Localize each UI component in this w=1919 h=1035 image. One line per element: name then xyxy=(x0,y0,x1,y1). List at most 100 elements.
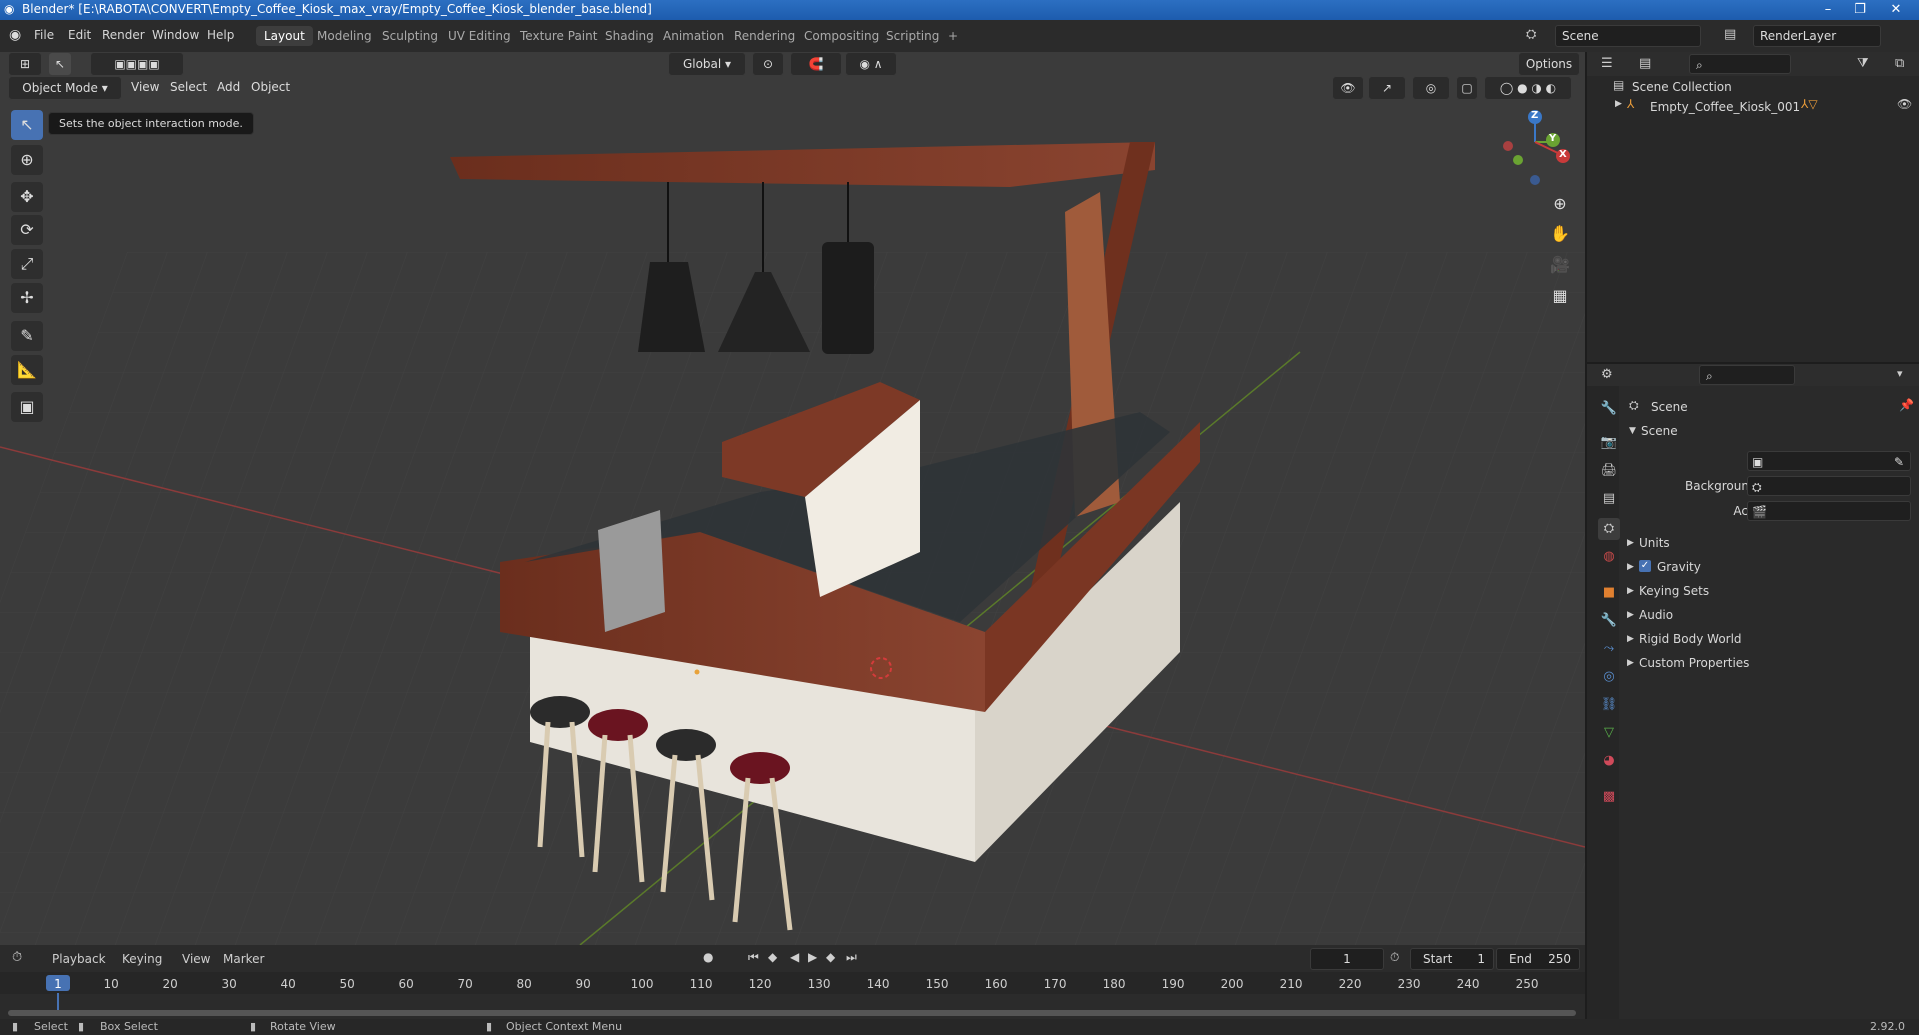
gizmo-x-label[interactable]: X xyxy=(1559,149,1567,160)
clock-icon[interactable]: ⏱ xyxy=(1390,950,1399,965)
eyedropper-icon[interactable]: ✎ xyxy=(1894,452,1904,472)
display-mode-icon[interactable]: ▤ xyxy=(1639,56,1651,71)
menu-help[interactable]: Help xyxy=(207,28,234,42)
add-workspace-icon[interactable]: + xyxy=(940,26,966,46)
timeline-scrollbar[interactable] xyxy=(8,1010,1576,1016)
gizmo-toggle-icon[interactable]: ↗ xyxy=(1368,76,1406,100)
properties-search-input[interactable]: ⌕ xyxy=(1699,365,1795,385)
rotate-tool-icon[interactable]: ⟳ xyxy=(11,215,43,245)
filter-icon[interactable]: ⧩ xyxy=(1857,56,1869,71)
pivot-icon[interactable]: ⊙ xyxy=(752,52,784,76)
modifier-tab-icon[interactable]: 🔧 xyxy=(1598,610,1620,632)
shading-mode-icons[interactable]: ◯ ● ◑ ◐ xyxy=(1484,76,1572,100)
tool-tab-icon[interactable]: 🔧 xyxy=(1598,398,1620,420)
select-tool-icon[interactable]: ↖ xyxy=(48,52,72,76)
audio-panel[interactable]: Audio xyxy=(1639,608,1673,622)
proportional-edit-icon[interactable]: ◉ ∧ xyxy=(845,52,897,76)
units-expand-icon[interactable]: ▶ xyxy=(1627,538,1634,548)
tab-sculpting[interactable]: Sculpting xyxy=(374,26,446,46)
play-reverse-icon[interactable]: ◀ xyxy=(790,950,799,964)
next-keyframe-icon[interactable]: ◆ xyxy=(826,950,835,964)
start-frame-field[interactable]: Start 1 xyxy=(1410,948,1494,970)
overlay-toggle-icon[interactable]: ◎ xyxy=(1412,76,1450,100)
menu-file[interactable]: File xyxy=(34,28,54,42)
scale-tool-icon[interactable]: ⤢ xyxy=(11,249,43,279)
restore-icon[interactable]: ❐ xyxy=(1844,0,1876,20)
properties-editor-icon[interactable]: ⚙ xyxy=(1601,367,1613,382)
select-mode-icons[interactable]: ▣▣▣▣ xyxy=(90,52,184,76)
options-dropdown[interactable]: Options xyxy=(1518,52,1580,76)
new-collection-icon[interactable]: ⧉ xyxy=(1895,56,1904,71)
constraints-tab-icon[interactable]: ⛓ xyxy=(1598,694,1620,716)
particles-tab-icon[interactable]: ⤳ xyxy=(1598,638,1620,660)
select-box-tool-icon[interactable]: ↖ xyxy=(11,110,43,140)
units-panel[interactable]: Units xyxy=(1639,536,1670,550)
menu-edit[interactable]: Edit xyxy=(68,28,91,42)
viewport-menu-object[interactable]: Object xyxy=(251,80,290,94)
view-layer-tab-icon[interactable]: ▤ xyxy=(1598,488,1620,510)
rigid-body-world-panel[interactable]: Rigid Body World xyxy=(1639,632,1742,646)
pin-icon[interactable]: 📌 xyxy=(1899,398,1914,412)
rigid-body-expand-icon[interactable]: ▶ xyxy=(1627,634,1634,644)
visibility-icon[interactable]: 👁 xyxy=(1332,76,1364,100)
scene-section-arrow-icon[interactable]: ▼ xyxy=(1629,426,1636,436)
tab-scripting[interactable]: Scripting xyxy=(878,26,947,46)
pan-hand-icon[interactable]: ✋ xyxy=(1545,220,1575,248)
properties-menu-chevron-icon[interactable]: ▾ xyxy=(1897,367,1903,380)
mode-dropdown[interactable]: Object Mode ▾ xyxy=(8,76,122,100)
tab-rendering[interactable]: Rendering xyxy=(726,26,803,46)
move-tool-icon[interactable]: ✥ xyxy=(11,182,43,212)
play-icon[interactable]: ▶ xyxy=(808,950,817,964)
texture-tab-icon[interactable]: ▩ xyxy=(1598,786,1620,808)
timeline-editor-icon[interactable]: ⏱ xyxy=(12,950,22,965)
xray-icon[interactable]: ▢ xyxy=(1456,76,1478,100)
keying-sets-expand-icon[interactable]: ▶ xyxy=(1627,586,1634,596)
active-clip-field[interactable]: 🎬 xyxy=(1747,501,1911,521)
scene-tab-icon[interactable]: ⛭ xyxy=(1598,518,1620,540)
material-tab-icon[interactable]: ◕ xyxy=(1598,750,1620,772)
audio-expand-icon[interactable]: ▶ xyxy=(1627,610,1634,620)
measure-tool-icon[interactable]: 📐 xyxy=(11,355,43,385)
data-tab-icon[interactable]: ▽ xyxy=(1598,722,1620,744)
camera-view-icon[interactable]: 🎥 xyxy=(1545,251,1575,279)
render-tab-icon[interactable]: 📷 xyxy=(1598,432,1620,454)
transform-orientation[interactable]: Global ▾ xyxy=(668,52,746,76)
background-scene-field[interactable]: ⛭ xyxy=(1747,476,1911,496)
physics-tab-icon[interactable]: ◎ xyxy=(1598,666,1620,688)
3d-viewport[interactable]: Z Y X ⊞ ↖ ▣▣▣▣ Global ▾ ⊙ 🧲 ◉ ∧ Options … xyxy=(0,52,1585,945)
render-layer-field[interactable]: RenderLayer xyxy=(1753,25,1881,47)
expand-arrow-icon[interactable]: ▶ xyxy=(1615,99,1622,109)
timeline-menu-marker[interactable]: Marker xyxy=(223,952,264,966)
end-frame-field[interactable]: End 250 xyxy=(1496,948,1580,970)
viewport-menu-add[interactable]: Add xyxy=(217,80,240,94)
custom-props-expand-icon[interactable]: ▶ xyxy=(1627,658,1634,668)
jump-start-icon[interactable]: ⏮ xyxy=(748,950,759,965)
perspective-grid-icon[interactable]: ▦ xyxy=(1545,282,1575,310)
tab-shading[interactable]: Shading xyxy=(597,26,662,46)
scene-field[interactable]: Scene xyxy=(1555,25,1701,47)
zoom-icon[interactable]: ⊕ xyxy=(1545,190,1575,218)
scene-collection-label[interactable]: Scene Collection xyxy=(1632,80,1732,94)
tab-texture-paint[interactable]: Texture Paint xyxy=(512,26,605,46)
minimize-icon[interactable]: – xyxy=(1812,0,1844,20)
timeline-menu-playback[interactable]: Playback xyxy=(52,952,106,966)
outliner-search-input[interactable]: ⌕ xyxy=(1689,54,1791,74)
viewport-menu-view[interactable]: View xyxy=(131,80,159,94)
menu-render[interactable]: Render xyxy=(102,28,145,42)
blender-menu-icon[interactable]: ◉ xyxy=(9,27,21,43)
gizmo-z-label[interactable]: Z xyxy=(1531,110,1538,121)
camera-field[interactable]: ▣ ✎ xyxy=(1747,451,1911,471)
timeline-menu-keying[interactable]: Keying xyxy=(122,952,162,966)
tab-layout[interactable]: Layout xyxy=(256,26,313,46)
prev-keyframe-icon[interactable]: ◆ xyxy=(768,950,777,964)
gravity-panel[interactable]: Gravity xyxy=(1657,560,1701,574)
menu-window[interactable]: Window xyxy=(152,28,199,42)
tab-uv-editing[interactable]: UV Editing xyxy=(440,26,519,46)
eye-visibility-icon[interactable]: 👁 xyxy=(1897,97,1912,111)
record-icon[interactable]: ● xyxy=(703,950,713,964)
custom-properties-panel[interactable]: Custom Properties xyxy=(1639,656,1749,670)
object-tab-icon[interactable]: ■ xyxy=(1598,582,1620,604)
tab-compositing[interactable]: Compositing xyxy=(796,26,887,46)
world-tab-icon[interactable]: ◍ xyxy=(1598,546,1620,568)
tab-animation[interactable]: Animation xyxy=(655,26,732,46)
